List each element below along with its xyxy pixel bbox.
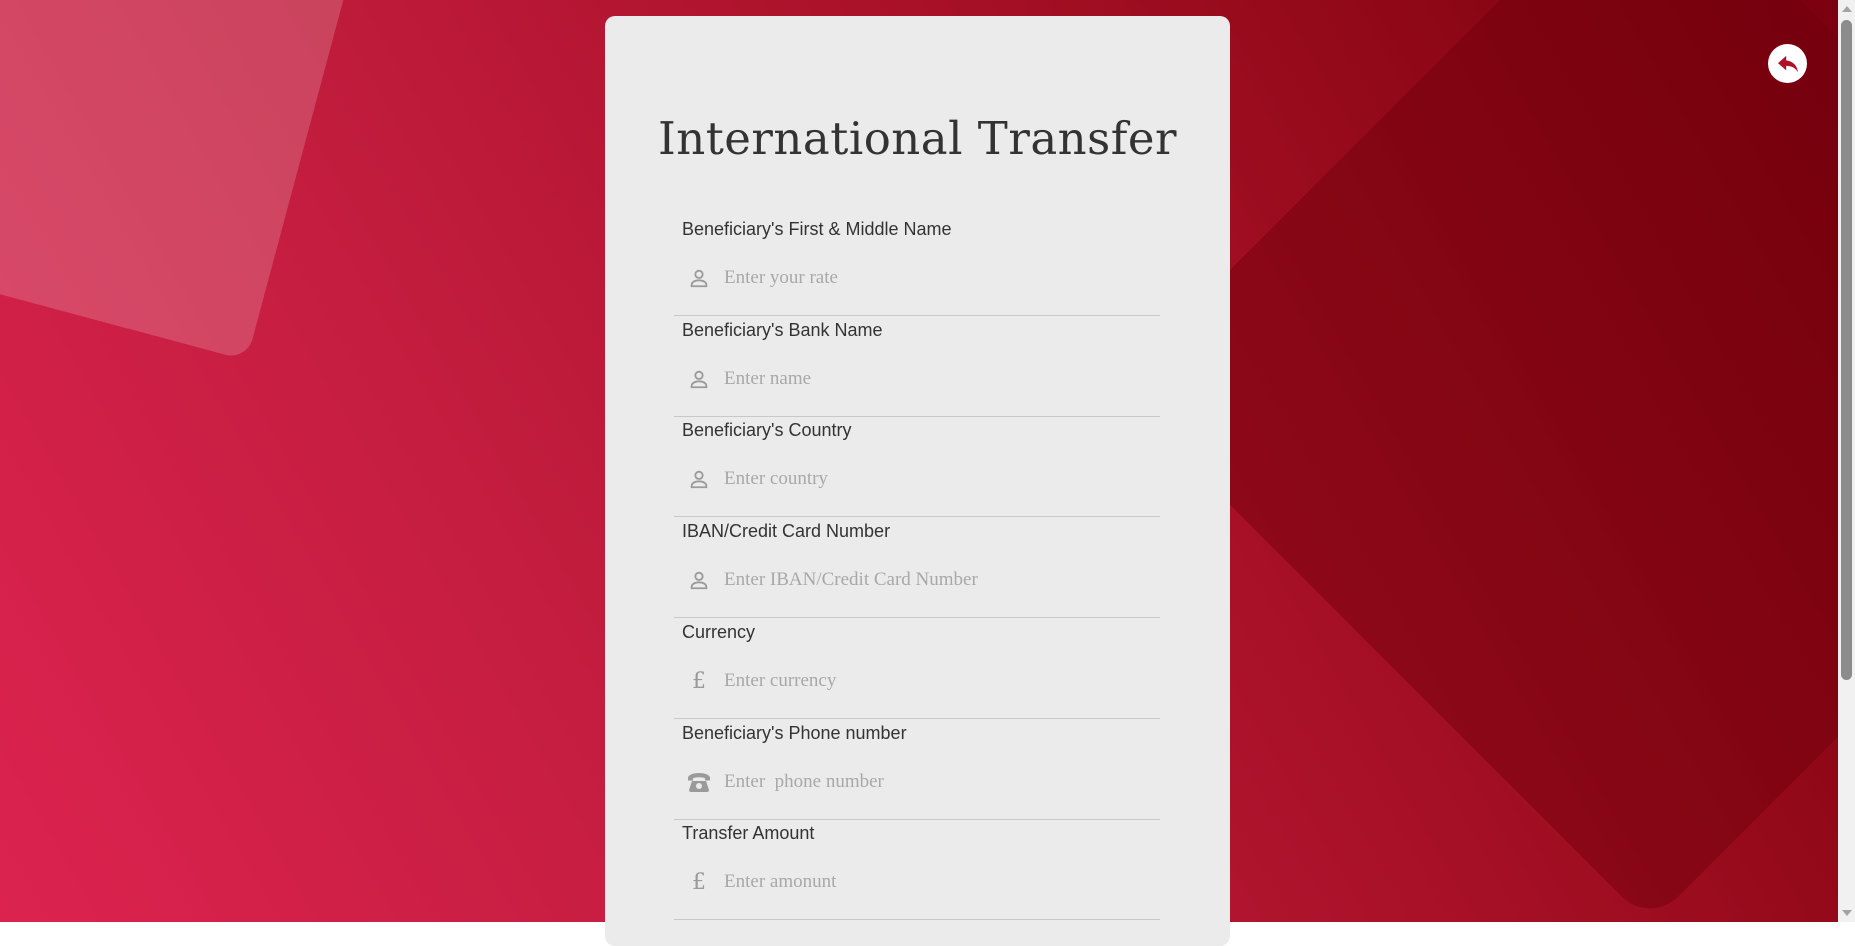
field-label: Beneficiary's First & Middle Name [682, 219, 952, 239]
field-label: Beneficiary's Phone number [682, 723, 907, 743]
phone-input[interactable] [724, 765, 1144, 799]
scroll-thumb[interactable] [1841, 20, 1852, 680]
field-label: Beneficiary's Country [682, 420, 852, 440]
scroll-down-icon[interactable] [1842, 910, 1852, 916]
back-button[interactable] [1768, 44, 1807, 83]
transfer-amount-field: Transfer Amount £ [674, 819, 1160, 920]
bank-name-input[interactable] [724, 362, 1144, 396]
user-icon [686, 265, 712, 291]
country-input[interactable] [724, 462, 1144, 496]
iban-field: IBAN/Credit Card Number [674, 517, 1160, 618]
field-label: Beneficiary's Bank Name [682, 320, 883, 340]
iban-input[interactable] [724, 563, 1144, 597]
field-label: Currency [682, 622, 756, 642]
phone-field: Beneficiary's Phone number [674, 719, 1160, 820]
field-label: IBAN/Credit Card Number [682, 521, 891, 541]
page-title: International Transfer [657, 112, 1178, 165]
currency-input[interactable] [724, 664, 1144, 698]
phone-icon [686, 769, 712, 795]
scroll-up-icon[interactable] [1842, 6, 1852, 12]
country-field: Beneficiary's Country [674, 416, 1160, 517]
vertical-scrollbar[interactable] [1838, 0, 1855, 922]
pound-icon: £ [692, 668, 706, 694]
reply-arrow-icon [1777, 54, 1799, 74]
transfer-amount-input[interactable] [724, 865, 1144, 899]
transfer-form-card: International Transfer Beneficiary's Fir… [605, 16, 1230, 946]
bank-name-field: Beneficiary's Bank Name [674, 316, 1160, 417]
first-middle-name-input[interactable] [724, 261, 1144, 295]
field-label: Transfer Amount [682, 823, 815, 843]
currency-field: Currency £ [674, 618, 1160, 719]
user-icon [686, 466, 712, 492]
user-icon [686, 567, 712, 593]
pound-icon: £ [692, 869, 706, 895]
decorative-square [0, 0, 361, 361]
first-middle-name-field: Beneficiary's First & Middle Name [674, 215, 1160, 316]
user-icon [686, 366, 712, 392]
